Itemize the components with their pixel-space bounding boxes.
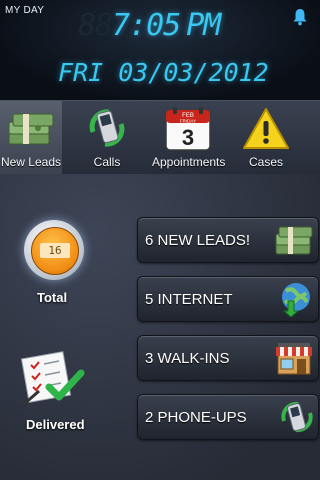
walk-ins-button[interactable]: 3 WALK-INS: [137, 335, 319, 381]
date-display: FRI 03/03/2012: [58, 58, 269, 87]
phone-icon: [281, 401, 313, 433]
app-title: MY DAY: [5, 5, 45, 16]
tab-new-leads[interactable]: New Leads: [0, 101, 62, 174]
checklist-icon[interactable]: [17, 349, 85, 409]
tab-appointments[interactable]: FEB FRIDAY 3 Appointments: [152, 101, 226, 174]
calendar-day: 3: [182, 125, 194, 150]
internet-leads-label: 5 INTERNET: [145, 291, 233, 308]
clock-time: 7:05: [112, 8, 181, 43]
storefront-icon: [276, 343, 312, 375]
nav-bar: New Leads Calls FEB FRIDAY 3 Appointment…: [0, 100, 320, 175]
tab-calls[interactable]: Calls: [76, 101, 138, 174]
money-stack-icon: [8, 113, 54, 145]
walk-ins-label: 3 WALK-INS: [145, 350, 230, 367]
calendar-weekday: FRIDAY: [180, 119, 196, 124]
warning-icon: [243, 108, 289, 149]
calendar-icon: FEB FRIDAY 3: [165, 107, 211, 151]
internet-leads-button[interactable]: 5 INTERNET: [137, 276, 319, 322]
total-label: Total: [37, 290, 68, 305]
clock-ampm: PM: [186, 8, 221, 43]
total-count: 16: [40, 243, 70, 258]
nav-label-calls: Calls: [93, 155, 121, 169]
new-leads-button[interactable]: 6 NEW LEADS!: [137, 217, 319, 263]
tab-cases[interactable]: Cases: [236, 101, 296, 174]
nav-label-appointments: Appointments: [152, 155, 226, 169]
phone-ups-label: 2 PHONE-UPS: [145, 409, 247, 426]
new-leads-label: 6 NEW LEADS!: [145, 232, 251, 249]
nav-label-new-leads: New Leads: [0, 155, 62, 169]
total-badge-inner: 16: [31, 227, 79, 275]
phone-ups-button[interactable]: 2 PHONE-UPS: [137, 394, 319, 440]
total-badge[interactable]: 16: [24, 220, 84, 280]
clock-dim-digits: 88: [78, 8, 113, 43]
header: MY DAY 88 7:05 PM FRI 03/03/2012: [0, 0, 320, 100]
delivered-label: Delivered: [26, 417, 85, 432]
clock-display: 7:05 PM: [112, 8, 221, 43]
globe-download-icon: [282, 283, 310, 317]
bell-icon[interactable]: [292, 8, 308, 26]
phone-icon: [89, 109, 125, 147]
nav-label-cases: Cases: [248, 155, 283, 169]
money-stack-icon: [275, 226, 313, 255]
main-panel: 16 Total Delivered 6 NEW LEADS! 5 INTERN…: [0, 174, 320, 480]
